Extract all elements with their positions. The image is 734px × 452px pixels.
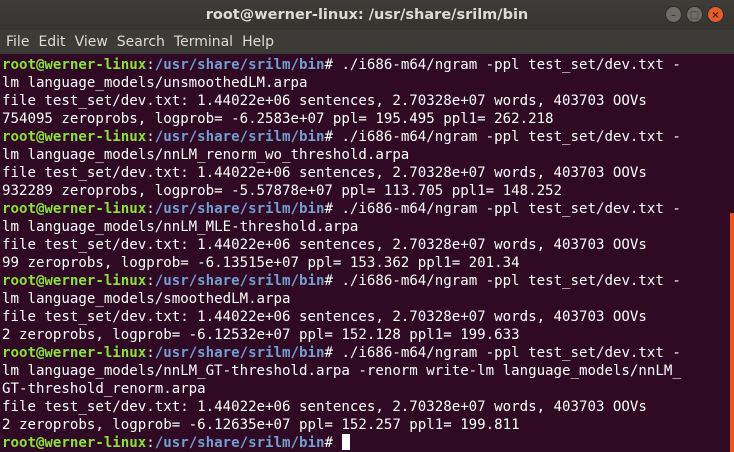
command-line: root@werner-linux:/usr/share/srilm/bin# … — [2, 129, 681, 145]
output-line: 2 zeroprobs, logprob= -6.12532e+07 ppl= … — [2, 327, 520, 343]
command-line: root@werner-linux:/usr/share/srilm/bin# … — [2, 345, 681, 361]
minimize-icon[interactable]: – — [665, 6, 682, 23]
output-line: 99 zeroprobs, logprob= -6.13515e+07 ppl=… — [2, 255, 520, 271]
menu-bar: File Edit View Search Terminal Help — [0, 30, 734, 54]
command-line: root@werner-linux:/usr/share/srilm/bin# … — [2, 273, 681, 289]
prompt-path: /usr/share/srilm/bin — [154, 201, 325, 217]
prompt-path: /usr/share/srilm/bin — [154, 57, 325, 73]
scrollbar-thumb[interactable] — [730, 213, 734, 452]
command-text: ./i686-m64/ngram -ppl test_set/dev.txt - — [341, 129, 681, 145]
output-line: file test_set/dev.txt: 1.44022e+06 sente… — [2, 93, 647, 109]
output-line: GT-threshold_renorm.arpa — [2, 381, 206, 397]
output-line: 754095 zeroprobs, logprob= -6.2583e+07 p… — [2, 111, 554, 127]
menu-view[interactable]: View — [74, 30, 114, 54]
menu-help[interactable]: Help — [241, 30, 280, 54]
output-line: file test_set/dev.txt: 1.44022e+06 sente… — [2, 399, 647, 415]
command-line: root@werner-linux:/usr/share/srilm/bin# … — [2, 57, 681, 73]
title-bar[interactable]: root@werner-linux: /usr/share/srilm/bin … — [0, 0, 734, 30]
command-text: ./i686-m64/ngram -ppl test_set/dev.txt - — [341, 273, 681, 289]
command-text: ./i686-m64/ngram -ppl test_set/dev.txt - — [341, 57, 681, 73]
prompt-path: /usr/share/srilm/bin — [154, 345, 325, 361]
output-line: lm language_models/unsmoothedLM.arpa — [2, 75, 308, 91]
output-line: lm language_models/nnLM_MLE-threshold.ar… — [2, 219, 359, 235]
output-line: 932289 zeroprobs, logprob= -5.57878e+07 … — [2, 183, 563, 199]
output-line: lm language_models/smoothedLM.arpa — [2, 291, 291, 307]
prompt-user: root@werner-linux — [2, 435, 147, 451]
prompt-user: root@werner-linux — [2, 201, 147, 217]
prompt-user: root@werner-linux — [2, 273, 147, 289]
close-icon[interactable]: × — [707, 6, 724, 23]
prompt-user: root@werner-linux — [2, 57, 147, 73]
window-title: root@werner-linux: /usr/share/srilm/bin — [205, 7, 529, 23]
prompt-user: root@werner-linux — [2, 129, 147, 145]
prompt-path: /usr/share/srilm/bin — [154, 129, 325, 145]
menu-file[interactable]: File — [5, 30, 35, 54]
prompt-line: root@werner-linux:/usr/share/srilm/bin# — [2, 434, 734, 452]
output-line: file test_set/dev.txt: 1.44022e+06 sente… — [2, 237, 647, 253]
menu-edit[interactable]: Edit — [37, 30, 71, 54]
output-line: lm language_models/nnLM_GT-threshold.arp… — [2, 363, 681, 379]
terminal-output[interactable]: root@werner-linux:/usr/share/srilm/bin# … — [0, 54, 734, 452]
menu-terminal[interactable]: Terminal — [173, 30, 239, 54]
command-text: ./i686-m64/ngram -ppl test_set/dev.txt - — [341, 201, 681, 217]
maximize-icon[interactable]: □ — [686, 6, 703, 23]
prompt-path: /usr/share/srilm/bin — [154, 273, 325, 289]
terminal-window: root@werner-linux: /usr/share/srilm/bin … — [0, 0, 734, 452]
output-line: file test_set/dev.txt: 1.44022e+06 sente… — [2, 165, 647, 181]
command-line: root@werner-linux:/usr/share/srilm/bin# … — [2, 201, 681, 217]
scrollbar[interactable] — [730, 54, 734, 452]
output-line: 2 zeroprobs, logprob= -6.12635e+07 ppl= … — [2, 417, 520, 433]
prompt-path: /usr/share/srilm/bin — [154, 435, 325, 451]
command-text: ./i686-m64/ngram -ppl test_set/dev.txt - — [341, 345, 681, 361]
prompt-user: root@werner-linux — [2, 345, 147, 361]
window-controls: – □ × — [665, 6, 724, 23]
output-line: file test_set/dev.txt: 1.44022e+06 sente… — [2, 309, 647, 325]
menu-search[interactable]: Search — [116, 30, 171, 54]
output-line: lm language_models/nnLM_renorm_wo_thresh… — [2, 147, 410, 163]
cursor — [342, 434, 351, 450]
